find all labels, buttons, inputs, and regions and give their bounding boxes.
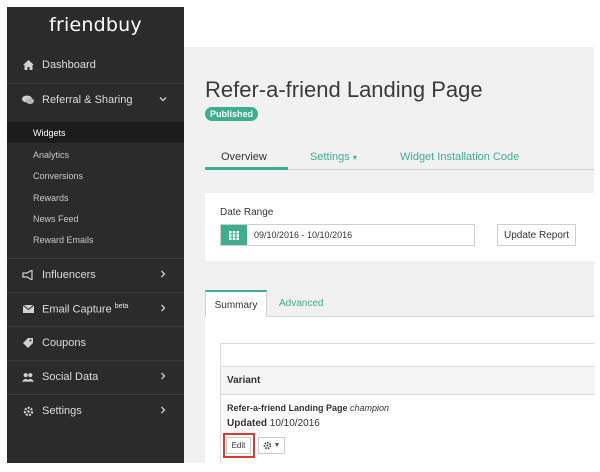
- megaphone-icon: [22, 269, 34, 281]
- sidebar-subitem-rewards[interactable]: Rewards: [7, 187, 184, 208]
- users-icon: [22, 371, 34, 383]
- tag-icon: [22, 337, 34, 349]
- status-badge: Published: [205, 107, 259, 121]
- sidebar-item-label: Dashboard: [42, 59, 96, 71]
- sidebar-subitem-widgets[interactable]: Widgets: [7, 122, 184, 143]
- chat-icon: [22, 94, 34, 106]
- report-tabs: Summary Advanced: [205, 290, 594, 318]
- variant-tag: champion: [350, 403, 390, 413]
- sidebar-item-coupons[interactable]: Coupons: [7, 328, 184, 358]
- sidebar-item-label: Social Data: [42, 371, 99, 383]
- update-report-button[interactable]: Update Report: [497, 224, 576, 246]
- tab-settings[interactable]: Settings ▾: [310, 151, 357, 163]
- variant-settings-dropdown[interactable]: ▼: [258, 437, 285, 454]
- chevron-right-icon: [159, 269, 167, 281]
- date-range-input[interactable]: 09/10/2016 - 10/10/2016: [220, 224, 475, 246]
- sidebar-item-label: Coupons: [42, 337, 87, 349]
- sidebar-item-social-data[interactable]: Social Data: [7, 362, 184, 392]
- chevron-right-icon: [159, 371, 167, 383]
- caret-down-icon: ▼: [273, 442, 281, 449]
- sidebar-item-label: Influencers: [42, 269, 96, 281]
- variant-name: Refer-a-friend Landing Page champion: [227, 403, 390, 413]
- page-title: Refer-a-friend Landing Page: [205, 77, 483, 102]
- sidebar-subitem-conversions[interactable]: Conversions: [7, 165, 184, 186]
- page-tabs: Overview Settings ▾ Widget Installation …: [205, 148, 594, 170]
- chevron-right-icon: [159, 405, 167, 417]
- tab-advanced[interactable]: Advanced: [279, 290, 323, 317]
- tab-summary[interactable]: Summary: [205, 290, 267, 318]
- variant-column-header: Variant: [221, 367, 595, 395]
- chevron-right-icon: [159, 303, 167, 315]
- sidebar-item-label: Email Capture beta: [42, 302, 129, 316]
- home-icon: [22, 59, 34, 71]
- sidebar-item-label: Settings: [42, 405, 82, 417]
- gear-icon: [263, 437, 272, 455]
- active-tab-indicator: [205, 167, 288, 170]
- gear-icon: [22, 405, 34, 417]
- sidebar-item-influencers[interactable]: Influencers: [7, 260, 184, 290]
- beta-badge: beta: [114, 302, 129, 310]
- caret-down-icon: ▾: [352, 153, 357, 162]
- calendar-icon[interactable]: [221, 225, 247, 245]
- sidebar: friendbuy Dashboard Referral & Sharing W…: [7, 7, 184, 463]
- date-range-card: Date Range 09/10/2016 - 10/10/2016 Updat…: [205, 193, 594, 261]
- logo[interactable]: friendbuy: [7, 7, 184, 43]
- sidebar-item-settings[interactable]: Settings: [7, 396, 184, 426]
- tab-overview[interactable]: Overview: [221, 151, 267, 163]
- table-row: [221, 344, 595, 367]
- sidebar-item-label: Referral & Sharing: [42, 94, 133, 106]
- sidebar-item-email-capture[interactable]: Email Capture beta: [7, 294, 184, 324]
- sidebar-item-dashboard[interactable]: Dashboard: [7, 50, 184, 80]
- edit-button[interactable]: Edit: [226, 437, 251, 454]
- sidebar-subitem-news-feed[interactable]: News Feed: [7, 208, 184, 229]
- date-range-label: Date Range: [220, 207, 274, 218]
- tab-widget-installation-code[interactable]: Widget Installation Code: [400, 151, 519, 163]
- sidebar-subitem-reward-emails[interactable]: Reward Emails: [7, 229, 184, 250]
- sidebar-item-referral-sharing[interactable]: Referral & Sharing: [7, 85, 184, 115]
- variant-updated: Updated 10/10/2016: [227, 418, 320, 429]
- date-range-value: 09/10/2016 - 10/10/2016: [254, 230, 353, 240]
- sidebar-subitem-analytics[interactable]: Analytics: [7, 144, 184, 165]
- chevron-down-icon: [159, 94, 167, 106]
- envelope-icon: [22, 303, 34, 315]
